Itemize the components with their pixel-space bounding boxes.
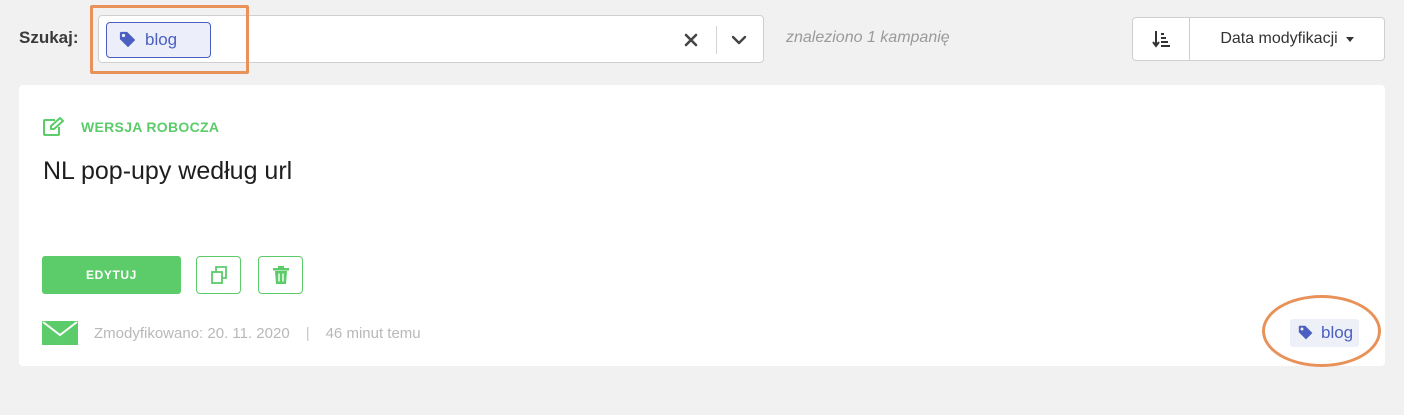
meta-separator: | [305, 324, 310, 342]
campaign-status: WERSJA ROBOCZA [42, 117, 219, 137]
campaign-title[interactable]: NL pop-upy według url [43, 157, 292, 186]
highlight-rectangle [90, 5, 249, 74]
chevron-down-icon [731, 35, 747, 45]
search-dropdown-button[interactable] [727, 28, 751, 52]
results-count: znaleziono 1 kampanię [786, 29, 950, 46]
edit-icon [43, 117, 64, 136]
copy-icon [210, 266, 227, 284]
caret-down-icon [1345, 36, 1354, 42]
search-label: Szukaj: [19, 28, 79, 47]
campaign-meta: Zmodyfikowano: 20. 11. 2020 | 46 minut t… [42, 321, 421, 345]
sort-control: Data modyfikacji [1132, 17, 1385, 61]
sort-field-label: Data modyfikacji [1220, 30, 1338, 47]
clear-search-button[interactable] [679, 28, 703, 52]
sort-order-button[interactable] [1133, 18, 1190, 60]
status-label: WERSJA ROBOCZA [81, 119, 220, 135]
sort-descending-icon [1152, 31, 1170, 48]
delete-button[interactable] [258, 256, 303, 294]
close-icon [684, 33, 698, 47]
duplicate-button[interactable] [196, 256, 241, 294]
trash-icon [272, 266, 289, 284]
sort-field-select[interactable]: Data modyfikacji [1190, 18, 1384, 60]
edit-button[interactable]: EDYTUJ [42, 256, 181, 294]
modified-date: Zmodyfikowano: 20. 11. 2020 [94, 324, 290, 342]
highlight-ellipse [1262, 295, 1381, 367]
relative-time: 46 minut temu [325, 324, 421, 342]
campaign-card: WERSJA ROBOCZA NL pop-upy według url EDY… [19, 85, 1385, 366]
search-divider [716, 26, 717, 54]
envelope-icon [42, 321, 78, 345]
